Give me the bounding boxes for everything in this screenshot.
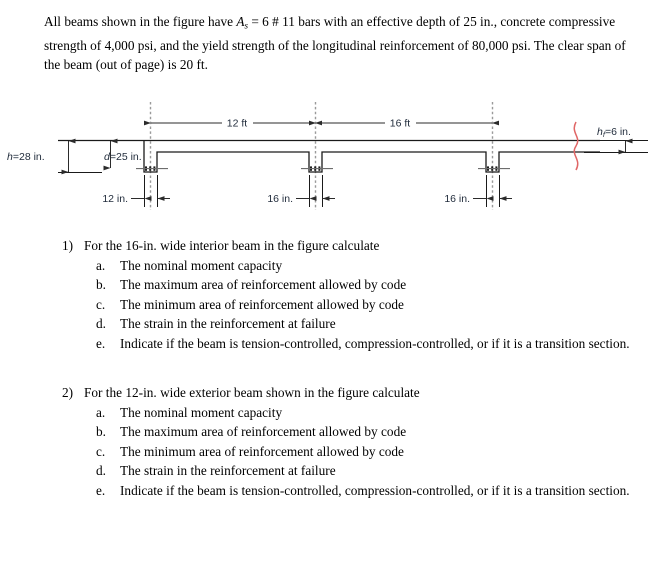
item-text: The minimum area of reinforcement allowe… — [120, 296, 404, 312]
question-2-item-d: d. The strain in the reinforcement at fa… — [62, 461, 652, 481]
stem-width-label-3: 16 in. — [444, 193, 470, 205]
item-letter: e. — [96, 335, 106, 351]
question-1-subitem-list: a. The nominal moment capacity b. The ma… — [62, 256, 652, 354]
span-dimension-label-right: 16 ft — [390, 118, 411, 130]
item-text: The maximum area of reinforcement allowe… — [120, 424, 407, 440]
question-2-heading: 2) For the 12-in. wide exterior beam sho… — [62, 383, 652, 403]
question-1-block: 1) For the 16-in. wide interior beam in … — [62, 236, 652, 354]
item-letter: e. — [96, 482, 106, 498]
item-text: Indicate if the beam is tension-controll… — [120, 335, 630, 351]
overall-height-dimension — [58, 138, 102, 175]
stem-width-label-2: 16 in. — [267, 193, 293, 205]
item-text: The maximum area of reinforcement allowe… — [120, 277, 407, 293]
d-value: =25 in. — [110, 151, 142, 163]
question-1-heading: 1) For the 16-in. wide interior beam in … — [62, 236, 652, 256]
item-letter: b. — [96, 277, 106, 293]
flange-thickness-label: hf=6 in. — [597, 126, 631, 139]
hf-value: =6 in. — [605, 126, 631, 138]
item-letter: b. — [96, 424, 106, 440]
question-1-heading-text: For the 16-in. wide interior beam in the… — [84, 238, 380, 253]
item-text: The minimum area of reinforcement allowe… — [120, 443, 404, 459]
question-2-item-b: b. The maximum area of reinforcement all… — [62, 422, 652, 442]
effective-depth-label: d=25 in. — [104, 151, 142, 163]
intro-text-part-1: All beams shown in the figure have — [44, 14, 237, 29]
item-text: Indicate if the beam is tension-controll… — [120, 482, 630, 498]
question-2-heading-text: For the 12-in. wide exterior beam shown … — [84, 385, 420, 400]
item-text: The strain in the reinforcement at failu… — [120, 463, 336, 479]
intro-text-part-2: = 6 # 11 bars with an effective depth of… — [248, 14, 498, 29]
item-letter: d. — [96, 463, 106, 479]
item-letter: c. — [96, 443, 106, 459]
item-letter: a. — [96, 257, 106, 273]
beam-section-figure: 12 ft 16 ft h=28 in. d=25 in. 12 in. 16 … — [0, 95, 668, 220]
stem-width-label-1: 12 in. — [102, 193, 128, 205]
h-value: =28 in. — [13, 151, 45, 163]
question-2-item-e: e. Indicate if the beam is tension-contr… — [62, 481, 652, 501]
question-1-item-a: a. The nominal moment capacity — [62, 256, 652, 276]
question-1-item-c: c. The minimum area of reinforcement all… — [62, 295, 652, 315]
break-line-icon — [573, 121, 579, 171]
item-letter: d. — [96, 316, 106, 332]
item-text: The nominal moment capacity — [120, 257, 283, 273]
question-1-item-e: e. Indicate if the beam is tension-contr… — [62, 334, 652, 354]
item-letter: c. — [96, 296, 106, 312]
question-2-block: 2) For the 12-in. wide exterior beam sho… — [62, 383, 652, 501]
overall-height-label: h=28 in. — [7, 151, 45, 163]
question-2-item-a: a. The nominal moment capacity — [62, 403, 652, 423]
flange-thickness-dimension — [584, 138, 648, 155]
item-letter: a. — [96, 404, 106, 420]
question-2-number: 2) — [62, 385, 74, 400]
question-2-subitem-list: a. The nominal moment capacity b. The ma… — [62, 403, 652, 501]
item-text: The strain in the reinforcement at failu… — [120, 316, 336, 332]
beam-and-slab-outline — [143, 140, 600, 173]
question-1-item-d: d. The strain in the reinforcement at fa… — [62, 314, 652, 334]
span-dimension-label-left: 12 ft — [227, 118, 248, 130]
item-text: The nominal moment capacity — [120, 404, 283, 420]
question-1-item-b: b. The maximum area of reinforcement all… — [62, 275, 652, 295]
question-1-number: 1) — [62, 238, 74, 253]
problem-statement-paragraph: All beams shown in the figure have As = … — [44, 12, 644, 75]
question-2-item-c: c. The minimum area of reinforcement all… — [62, 442, 652, 462]
As-symbol: A — [236, 14, 245, 29]
